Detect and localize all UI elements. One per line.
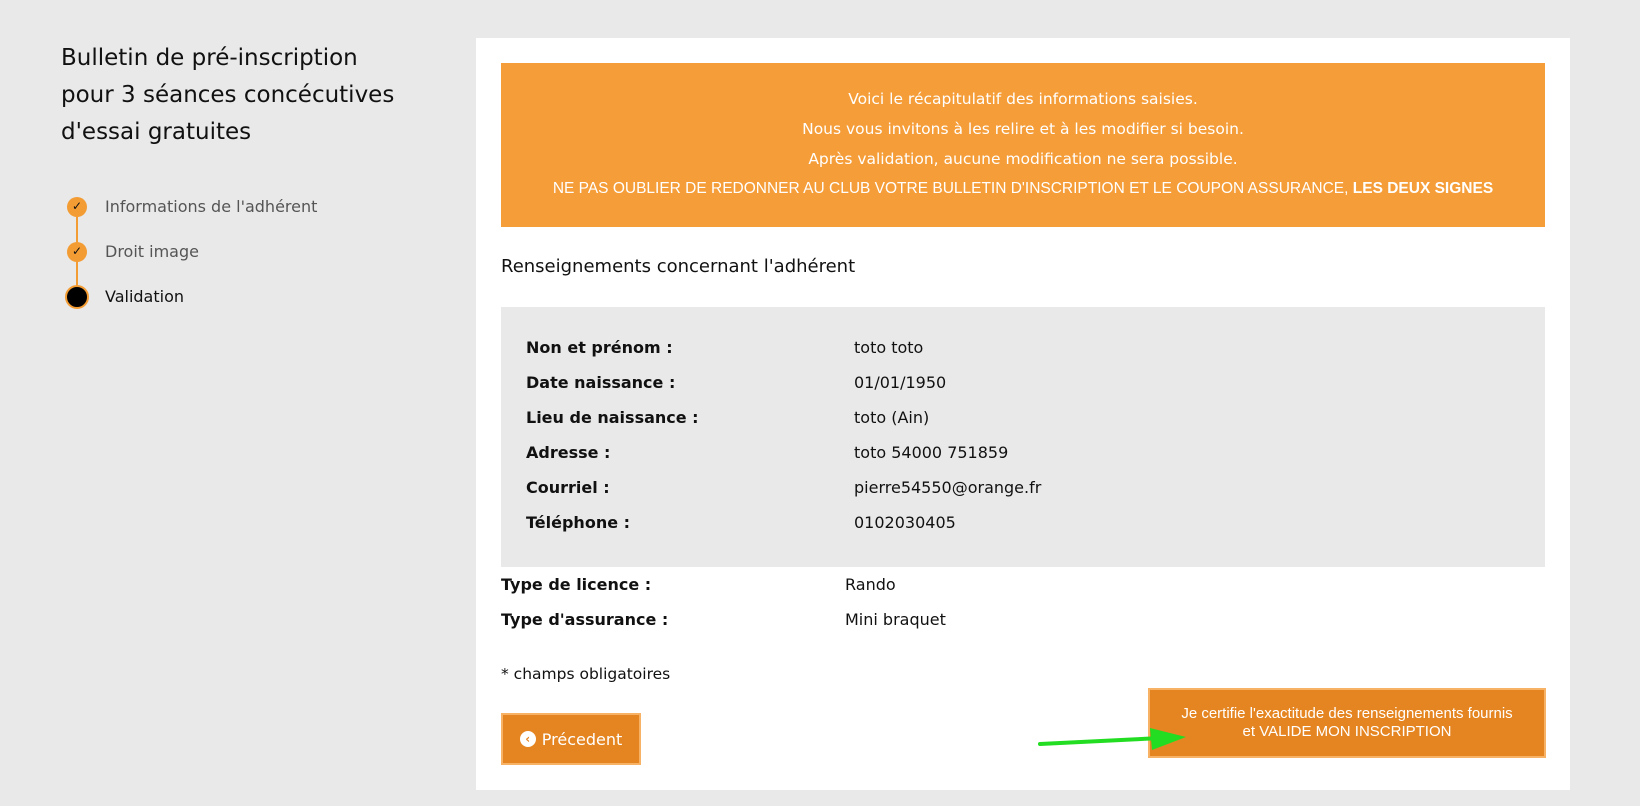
previous-button[interactable]: ‹ Précedent <box>501 713 641 765</box>
field-label: Téléphone : <box>526 513 631 532</box>
sidebar: Bulletin de pré-inscription pour 3 séanc… <box>61 40 441 331</box>
field-label: Lieu de naissance : <box>526 408 699 427</box>
title-line-3: d'essai gratuites <box>61 119 252 145</box>
step-label: Validation <box>105 287 185 306</box>
summary-card: Voici le récapitulatif des informations … <box>476 38 1570 790</box>
validate-registration-button[interactable]: Je certifie l'exactitude des renseigneme… <box>1148 688 1546 758</box>
step-informations[interactable]: ✓ Informations de l'adhérent <box>61 196 391 241</box>
previous-button-label: Précedent <box>541 729 623 749</box>
validate-line-1: Je certifie l'exactitude des renseigneme… <box>1181 705 1513 722</box>
field-label: Type de licence : <box>501 575 652 594</box>
title-line-2: pour 3 séances concécutives <box>61 82 395 108</box>
page-title: Bulletin de pré-inscription pour 3 séanc… <box>61 40 441 151</box>
title-line-1: Bulletin de pré-inscription <box>61 45 358 71</box>
member-info-box: Non et prénom : toto toto Date naissance… <box>501 307 1545 567</box>
step-label: Informations de l'adhérent <box>105 197 318 216</box>
step-label: Droit image <box>105 242 199 261</box>
stepper: ✓ Informations de l'adhérent ✓ Droit ima… <box>61 196 391 331</box>
field-label: Type d'assurance : <box>501 610 669 629</box>
info-row-name: Non et prénom : toto toto <box>526 338 1526 368</box>
info-row-license-type: Type de licence : Rando <box>501 575 1501 605</box>
field-value: toto 54000 751859 <box>854 443 1009 462</box>
field-label: Non et prénom : <box>526 338 673 357</box>
step-validation: Validation <box>61 285 391 331</box>
check-icon: ✓ <box>67 197 87 217</box>
step-droit-image[interactable]: ✓ Droit image <box>61 241 391 286</box>
check-icon: ✓ <box>67 242 87 262</box>
field-value: Rando <box>845 575 896 594</box>
field-value: toto (Ain) <box>854 408 930 427</box>
field-label: Courriel : <box>526 478 610 497</box>
green-arrow-icon <box>1038 728 1186 750</box>
field-value: Mini braquet <box>845 610 946 629</box>
notice-line-1: Voici le récapitulatif des informations … <box>848 90 1198 108</box>
info-row-birthdate: Date naissance : 01/01/1950 <box>526 373 1526 403</box>
notice-line-4: NE PAS OUBLIER DE REDONNER AU CLUB VOTRE… <box>501 180 1545 198</box>
section-title: Renseignements concernant l'adhérent <box>501 256 856 277</box>
notice-line-4-text: NE PAS OUBLIER DE REDONNER AU CLUB VOTRE… <box>552 180 1349 197</box>
field-value: 0102030405 <box>854 513 956 532</box>
notice-banner: Voici le récapitulatif des informations … <box>501 63 1545 227</box>
current-step-icon <box>65 285 89 309</box>
field-label: Adresse : <box>526 443 611 462</box>
info-row-email: Courriel : pierre54550@orange.fr <box>526 478 1526 508</box>
required-fields-note: * champs obligatoires <box>501 665 671 683</box>
info-row-address: Adresse : toto 54000 751859 <box>526 443 1526 473</box>
validate-line-2: et VALIDE MON INSCRIPTION <box>1242 723 1452 740</box>
chevron-left-circle-icon: ‹ <box>519 731 536 747</box>
info-row-birthplace: Lieu de naissance : toto (Ain) <box>526 408 1526 438</box>
field-value: pierre54550@orange.fr <box>854 478 1042 497</box>
notice-line-4-bold: LES DEUX SIGNES <box>1352 180 1494 197</box>
field-value: toto toto <box>854 338 924 357</box>
field-label: Date naissance : <box>526 373 676 392</box>
notice-line-2: Nous vous invitons à les relire et à les… <box>802 120 1244 138</box>
page: Bulletin de pré-inscription pour 3 séanc… <box>0 0 1640 806</box>
field-value: 01/01/1950 <box>854 373 947 392</box>
info-row-phone: Téléphone : 0102030405 <box>526 513 1526 543</box>
notice-line-3: Après validation, aucune modification ne… <box>808 150 1238 168</box>
info-row-insurance-type: Type d'assurance : Mini braquet <box>501 610 1501 640</box>
